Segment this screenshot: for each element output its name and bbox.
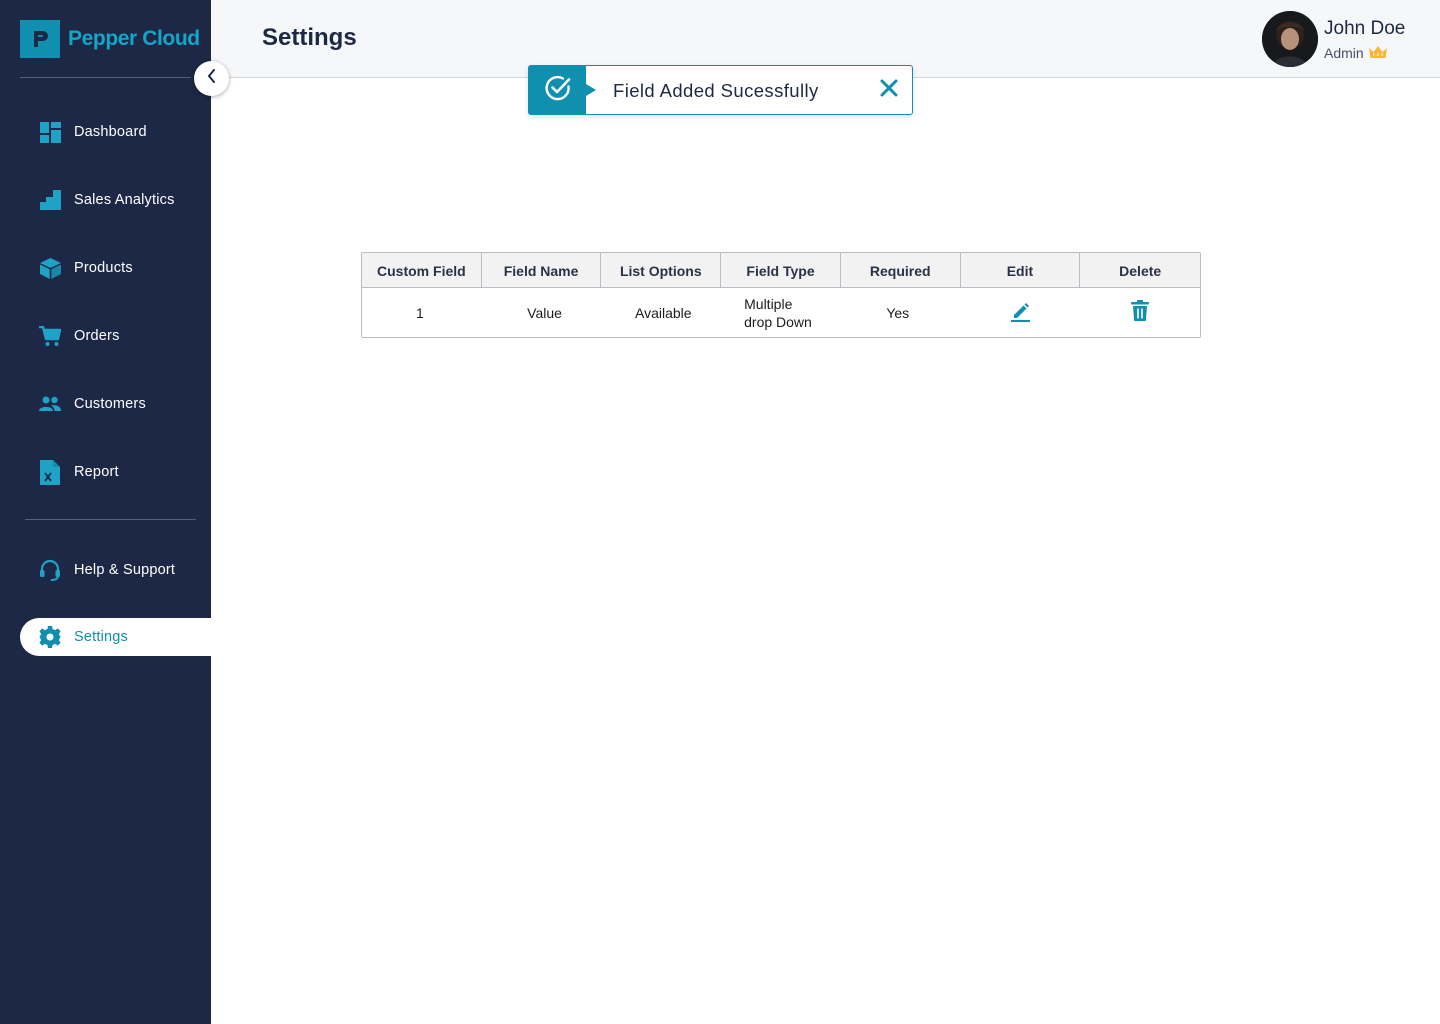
table-header: Custom Field Field Name List Options Fie…: [362, 253, 1200, 288]
column-header-custom-field: Custom Field: [362, 253, 482, 288]
box-icon: [39, 257, 61, 279]
sidebar-item-settings[interactable]: Settings: [20, 618, 211, 656]
sidebar-item-customers[interactable]: Customers: [20, 385, 211, 423]
sidebar-item-label: Report: [74, 464, 119, 480]
cell-list-options: Available: [634, 304, 692, 321]
column-header-required: Required: [841, 253, 961, 288]
column-header-edit: Edit: [961, 253, 1081, 288]
cell-field-name: Value: [527, 304, 562, 321]
excel-file-icon: [39, 459, 61, 485]
sidebar-item-orders[interactable]: Orders: [20, 317, 211, 355]
sidebar-item-label: Customers: [74, 396, 146, 412]
crown-icon: [1368, 45, 1387, 61]
column-header-delete: Delete: [1119, 262, 1162, 279]
cell-required: Yes: [886, 304, 910, 321]
column-header-field-type: Field Type: [721, 253, 841, 288]
users-icon: [39, 393, 61, 415]
edit-button[interactable]: [961, 288, 1081, 337]
dashboard-icon: [39, 121, 61, 143]
table-row: 1 Value Available Multiple drop Down Yes: [362, 288, 1200, 337]
sidebar-item-label: Dashboard: [74, 124, 147, 140]
sidebar-item-label: Products: [74, 260, 133, 276]
check-circle-icon: [544, 74, 572, 107]
success-toast: Field Added Sucessfully: [528, 65, 913, 115]
user-name: John Doe: [1324, 18, 1406, 39]
cart-icon: [39, 325, 61, 347]
nav-divider: [25, 519, 196, 520]
sidebar-item-help-support[interactable]: Help & Support: [20, 551, 211, 589]
sidebar-item-label: Settings: [74, 629, 128, 645]
cell-field-type-text: Multiple drop Down: [744, 295, 812, 330]
sidebar-item-sales-analytics[interactable]: Sales Analytics: [20, 181, 211, 219]
brand[interactable]: Pepper Cloud: [20, 20, 200, 58]
headset-icon: [39, 559, 61, 581]
brand-name: Pepper Cloud: [68, 27, 200, 50]
cell-custom-field: 1: [415, 304, 424, 321]
pencil-icon: [1009, 300, 1031, 325]
toast-close-button[interactable]: [878, 79, 900, 101]
collapse-sidebar-button[interactable]: [194, 61, 229, 96]
column-header-list-options: List Options: [601, 253, 722, 288]
toast-message: Field Added Sucessfully: [613, 80, 819, 101]
delete-button[interactable]: [1080, 288, 1200, 337]
sidebar-item-label: Orders: [74, 328, 120, 344]
user-role-label: Admin: [1324, 45, 1364, 61]
chevron-left-icon: [206, 69, 218, 88]
sidebar: Pepper Cloud Dashboard Sales Analytics P…: [0, 0, 211, 1024]
page-title: Settings: [262, 24, 357, 51]
sidebar-item-report[interactable]: Report: [20, 453, 211, 491]
sidebar-item-dashboard[interactable]: Dashboard: [20, 113, 211, 151]
trash-icon: [1130, 300, 1150, 325]
close-icon: [880, 79, 898, 102]
sales-analytics-icon: [39, 189, 61, 211]
user-role: Admin: [1324, 45, 1387, 61]
toast-icon-box: [529, 66, 586, 114]
custom-fields-table: Custom Field Field Name List Options Fie…: [361, 252, 1201, 338]
brand-divider: [20, 77, 191, 78]
toast-pointer: [586, 84, 596, 96]
cell-field-type: Multiple drop Down: [721, 288, 841, 337]
pepper-cloud-logo-icon: [20, 20, 60, 58]
sidebar-item-label: Sales Analytics: [74, 192, 175, 208]
gear-icon: [39, 626, 61, 648]
column-header-field-name: Field Name: [482, 253, 602, 288]
avatar[interactable]: [1262, 11, 1318, 67]
sidebar-item-label: Help & Support: [74, 562, 176, 578]
sidebar-item-products[interactable]: Products: [20, 249, 211, 287]
